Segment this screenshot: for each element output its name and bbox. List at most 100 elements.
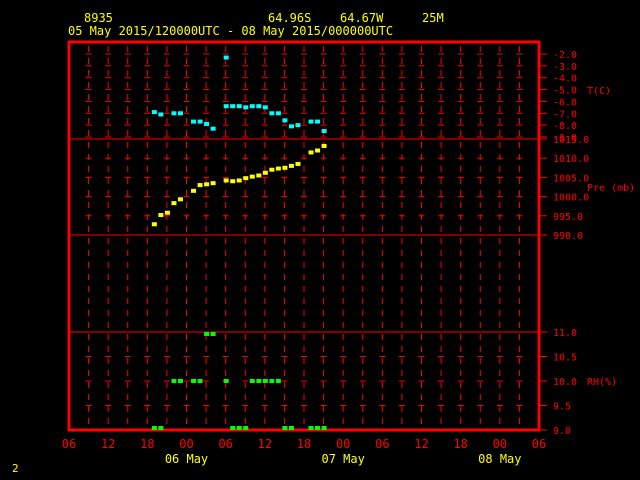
data-point (191, 188, 197, 193)
data-point (204, 121, 210, 126)
data-point (256, 379, 262, 383)
data-point (171, 201, 177, 206)
y-tick-label: -8.0 (553, 121, 577, 132)
data-point (262, 379, 268, 383)
y-tick-label: 10.5 (553, 353, 577, 364)
x-tick-label: 06 (532, 437, 546, 451)
data-point (249, 104, 255, 109)
data-point (249, 379, 255, 383)
data-point (243, 105, 249, 110)
page-number: 2 (12, 462, 19, 475)
y-tick-label: -6.0 (553, 97, 577, 108)
data-point (158, 112, 164, 117)
x-tick-label: 12 (258, 437, 272, 451)
data-point (262, 105, 268, 110)
data-point (223, 379, 229, 383)
y-tick-label: 1000.0 (553, 193, 589, 204)
data-point (177, 197, 183, 202)
y-tick-label: 1010.0 (553, 154, 589, 165)
data-point (321, 129, 327, 134)
data-point (315, 426, 321, 430)
data-point (171, 379, 177, 383)
data-point (223, 55, 229, 60)
y-axis-label: T(C) (587, 86, 611, 97)
data-point (256, 104, 262, 109)
y-tick-label: 10.0 (553, 377, 577, 388)
data-point (308, 119, 314, 124)
data-point (197, 379, 203, 383)
data-point (204, 332, 210, 336)
data-point (288, 426, 294, 430)
y-tick-label: -7.0 (553, 109, 577, 120)
data-point (210, 332, 216, 336)
data-point (164, 210, 170, 215)
x-tick-label: 12 (101, 437, 115, 451)
y-tick-label: 995.0 (553, 212, 583, 223)
data-point (158, 213, 164, 218)
day-label: 06 May (165, 452, 208, 466)
data-point (288, 124, 294, 129)
data-point (315, 119, 321, 124)
data-point (210, 181, 216, 186)
data-point (243, 426, 249, 430)
y-tick-label: 9.5 (553, 402, 571, 413)
x-tick-label: 00 (179, 437, 193, 451)
data-point (321, 426, 327, 430)
y-tick-label: 11.0 (553, 328, 577, 339)
x-tick-label: 18 (140, 437, 154, 451)
x-tick-label: 06 (62, 437, 76, 451)
x-tick-label: 00 (493, 437, 507, 451)
data-point (275, 111, 281, 116)
day-label: 07 May (321, 452, 364, 466)
data-point (177, 379, 183, 383)
y-tick-label: -2.0 (553, 50, 577, 61)
data-point (282, 165, 288, 170)
y-tick-label: 1005.0 (553, 173, 589, 184)
data-point (230, 179, 236, 184)
data-point (197, 183, 203, 188)
data-point (210, 126, 216, 131)
x-tick-label: 06 (218, 437, 232, 451)
data-point (249, 174, 255, 179)
data-point (236, 104, 242, 109)
y-axis-label: Pre (mb) (587, 183, 635, 194)
data-point (236, 426, 242, 430)
data-point (177, 111, 183, 116)
x-tick-label: 18 (453, 437, 467, 451)
data-point (223, 178, 229, 183)
data-point (223, 104, 229, 109)
y-tick-label: -4.0 (553, 74, 577, 85)
data-point (295, 123, 301, 128)
y-tick-label: 990.0 (553, 231, 583, 242)
data-point (158, 426, 164, 430)
data-point (236, 178, 242, 183)
x-tick-label: 12 (414, 437, 428, 451)
x-tick-label: 18 (297, 437, 311, 451)
data-point (295, 161, 301, 166)
data-point (275, 379, 281, 383)
data-point (275, 166, 281, 171)
data-point (262, 170, 268, 175)
data-point (204, 182, 210, 187)
data-point (282, 426, 288, 430)
data-point (308, 150, 314, 155)
data-point (151, 222, 157, 227)
data-point (230, 426, 236, 430)
y-axis-label: RH(%) (587, 377, 617, 388)
data-point (171, 111, 177, 116)
data-point (243, 176, 249, 181)
y-tick-label: -5.0 (553, 86, 577, 97)
x-tick-label: 06 (375, 437, 389, 451)
data-point (269, 111, 275, 116)
data-point (269, 167, 275, 172)
data-point (191, 119, 197, 124)
day-label: 08 May (478, 452, 521, 466)
data-point (315, 148, 321, 153)
data-point (191, 379, 197, 383)
data-point (288, 163, 294, 168)
y-tick-label: 1015.0 (553, 135, 589, 146)
data-point (269, 379, 275, 383)
meteogram-chart: -2.0-3.0-4.0-5.0-6.0-7.0-8.0-9.0T(C)1015… (62, 40, 635, 466)
data-point (308, 426, 314, 430)
data-point (321, 143, 327, 148)
